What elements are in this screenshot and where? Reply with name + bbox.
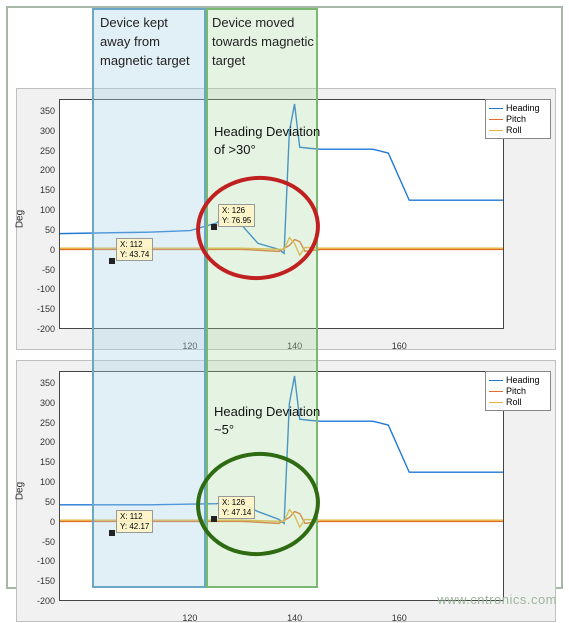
legend-top: Heading Pitch Roll <box>485 99 551 139</box>
ytick: -200 <box>27 596 55 606</box>
ytick: 150 <box>27 185 55 195</box>
ytick: 100 <box>27 477 55 487</box>
legend-pitch-b: Pitch <box>506 386 526 396</box>
ytick: 200 <box>27 437 55 447</box>
ytick: 250 <box>27 418 55 428</box>
legend-heading: Heading <box>506 103 540 113</box>
legend-pitch: Pitch <box>506 114 526 124</box>
xtick: 160 <box>392 341 407 351</box>
legend-heading-b: Heading <box>506 375 540 385</box>
xtick: 160 <box>392 613 407 623</box>
ytick: -50 <box>27 537 55 547</box>
ytick: -100 <box>27 284 55 294</box>
ytick: -50 <box>27 265 55 275</box>
zone-towards-label: Device moved towards magnetic target <box>212 14 316 71</box>
annotation-bottom: Heading Deviation ~5° <box>214 403 324 439</box>
ytick: 150 <box>27 457 55 467</box>
ytick: -200 <box>27 324 55 334</box>
ytick: -150 <box>27 304 55 314</box>
xtick: 140 <box>287 341 302 351</box>
datatip-top-left: X: 112 Y: 43.74 <box>116 238 153 261</box>
zone-away-label: Device kept away from magnetic target <box>100 14 200 71</box>
watermark: www.cntronics.com <box>437 592 557 607</box>
ytick: 350 <box>27 106 55 116</box>
legend-roll-b: Roll <box>506 397 522 407</box>
datatip-top-right: X: 126 Y: 76.95 <box>218 204 255 227</box>
ytick: 200 <box>27 165 55 175</box>
ylabel-top: Deg <box>15 210 26 228</box>
ylabel-bot: Deg <box>15 482 26 500</box>
ytick: 100 <box>27 205 55 215</box>
xtick: 120 <box>182 341 197 351</box>
ytick: 250 <box>27 146 55 156</box>
ytick: 0 <box>27 245 55 255</box>
ytick: 300 <box>27 126 55 136</box>
chart-bottom: Deg Heading Pitch Roll -200 -150 -100 -50 0 5… <box>16 360 556 622</box>
legend-roll: Roll <box>506 125 522 135</box>
ytick: 50 <box>27 497 55 507</box>
legend-bottom: Heading Pitch Roll <box>485 371 551 411</box>
datatip-bottom-right: X: 126 Y: 47.14 <box>218 496 255 519</box>
ytick: 0 <box>27 517 55 527</box>
ytick: 350 <box>27 378 55 388</box>
annotation-top: Heading Deviation of >30° <box>214 123 324 159</box>
xtick: 140 <box>287 613 302 623</box>
datatip-bottom-left: X: 112 Y: 42.17 <box>116 510 153 533</box>
ytick: 50 <box>27 225 55 235</box>
ytick: -150 <box>27 576 55 586</box>
figure-frame: Device kept away from magnetic target De… <box>6 6 563 589</box>
xtick: 120 <box>182 613 197 623</box>
ytick: -100 <box>27 556 55 566</box>
ytick: 300 <box>27 398 55 408</box>
